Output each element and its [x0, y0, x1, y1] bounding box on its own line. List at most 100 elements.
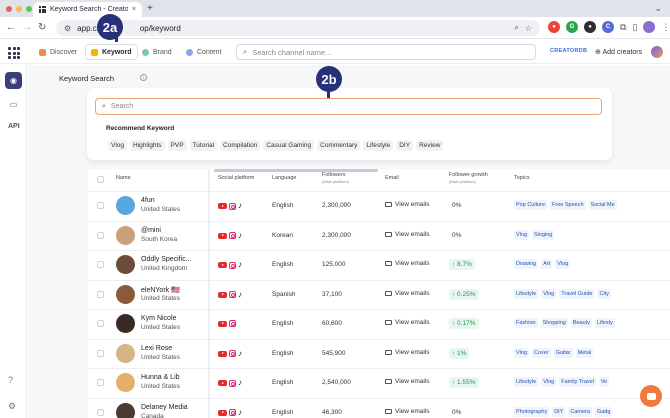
browser-menu-icon[interactable]: ⋮ — [661, 22, 670, 33]
topic-tag[interactable]: Vlog — [514, 347, 530, 358]
reload-icon[interactable]: ↻ — [38, 22, 46, 33]
row-checkbox[interactable] — [97, 261, 104, 268]
topic-tag[interactable]: Pop Culture — [514, 200, 548, 210]
topic-tag[interactable]: Beauty — [570, 318, 592, 328]
tiktok-icon[interactable]: ♪ — [238, 349, 242, 358]
maximize-window-button[interactable] — [26, 6, 32, 12]
chat-support-button[interactable] — [640, 385, 662, 407]
topic-tag[interactable]: Camera — [568, 406, 592, 417]
creator-name[interactable]: eleNYork 🇺🇸 — [141, 286, 180, 294]
tab-discover[interactable]: Discover — [34, 44, 82, 60]
topic-tag[interactable]: Gadg — [594, 406, 613, 417]
profile-avatar-icon[interactable] — [643, 21, 656, 33]
topic-tag[interactable]: Ve — [598, 377, 610, 387]
bookmark-star-icon[interactable]: ☆ — [525, 24, 532, 33]
topic-tag[interactable]: Vlog — [514, 229, 530, 240]
topic-tag[interactable]: Metal — [575, 347, 594, 358]
creator-avatar[interactable] — [116, 373, 135, 392]
instagram-icon[interactable] — [229, 409, 236, 416]
topic-tag[interactable]: Singing — [532, 229, 555, 240]
view-emails-button[interactable]: View emails — [385, 201, 430, 208]
creator-avatar[interactable] — [116, 255, 135, 274]
topic-tag[interactable]: Art — [541, 259, 553, 269]
topic-tag[interactable]: Lifestyle — [514, 288, 539, 299]
tab-brand[interactable]: Brand — [137, 44, 177, 60]
row-checkbox[interactable] — [97, 408, 104, 416]
instagram-icon[interactable] — [229, 320, 236, 327]
row-checkbox[interactable] — [97, 202, 104, 209]
topic-tag[interactable]: Cover — [532, 347, 551, 358]
tiktok-icon[interactable]: ♪ — [238, 202, 242, 210]
view-emails-button[interactable]: View emails — [385, 408, 430, 415]
instagram-icon[interactable] — [229, 379, 236, 387]
keyword-chip[interactable]: Casual Gaming — [263, 140, 315, 151]
help-icon[interactable]: ? — [8, 375, 13, 385]
view-emails-button[interactable]: View emails — [385, 290, 430, 297]
topic-tag[interactable]: Vlog — [555, 259, 571, 269]
creator-name[interactable]: 4fun — [141, 197, 155, 204]
extension-blue-icon[interactable]: C — [602, 21, 614, 33]
sidebar-item-folders[interactable]: ▭ — [5, 96, 22, 113]
topic-tag[interactable]: Shopping — [540, 318, 568, 328]
creator-name[interactable]: Hunna & Lib — [141, 374, 180, 381]
sidepanel-icon[interactable]: ▯ — [632, 22, 637, 33]
browser-tab[interactable]: Keyword Search - CreatorDB × — [33, 2, 142, 17]
keyword-search-input[interactable]: ⌕ Search — [95, 98, 602, 115]
creator-name[interactable]: Kym Nicole — [141, 315, 176, 322]
topic-tag[interactable]: Social Me — [588, 200, 617, 210]
creator-avatar[interactable] — [116, 225, 135, 245]
youtube-icon[interactable] — [218, 409, 227, 416]
creator-avatar[interactable] — [116, 402, 135, 418]
col-header-name[interactable]: Name — [116, 175, 131, 182]
view-emails-button[interactable]: View emails — [385, 378, 430, 385]
view-emails-button[interactable]: View emails — [385, 231, 430, 238]
topic-tag[interactable]: Fashion — [514, 318, 538, 328]
instagram-icon[interactable] — [229, 202, 236, 210]
row-checkbox[interactable] — [97, 320, 104, 327]
topic-tag[interactable]: City — [597, 288, 611, 299]
topic-tag[interactable]: Free Speech — [550, 200, 586, 210]
creator-avatar[interactable] — [116, 314, 135, 333]
site-settings-icon[interactable]: ⚙ — [64, 24, 71, 33]
extensions-puzzle-icon[interactable]: ⧉ — [620, 22, 626, 33]
creator-avatar[interactable] — [116, 196, 135, 215]
keyword-chip[interactable]: Vlog — [108, 140, 128, 151]
topic-tag[interactable]: Vlog — [541, 377, 557, 387]
url-field[interactable]: ⚙ app.cre op/keyword ⌕ ☆ — [56, 20, 540, 36]
instagram-icon[interactable] — [229, 261, 236, 269]
topic-tag[interactable]: Travel Guide — [559, 288, 595, 299]
col-header-growth[interactable]: Follower growth (Main platform) — [449, 172, 488, 184]
user-avatar[interactable] — [651, 46, 663, 58]
topic-tag[interactable]: Vlog — [541, 288, 557, 299]
settings-gear-icon[interactable]: ⚙ — [8, 401, 16, 412]
topic-tag[interactable]: Lifestyle — [514, 377, 539, 387]
extension-green-icon[interactable]: G — [566, 21, 578, 33]
tiktok-icon[interactable]: ♪ — [238, 290, 242, 299]
add-creators-button[interactable]: ⊕ Add creators — [595, 48, 642, 56]
youtube-icon[interactable] — [218, 262, 227, 268]
youtube-icon[interactable] — [218, 320, 227, 327]
keyword-chip[interactable]: Tutorial — [189, 140, 218, 151]
extension-dark-icon[interactable]: ● — [584, 21, 596, 33]
channel-search-input[interactable]: ⌕ Search channel name... — [236, 44, 536, 60]
tiktok-icon[interactable]: ♪ — [238, 261, 242, 269]
keyword-chip[interactable]: DIY — [396, 140, 414, 151]
topic-tag[interactable]: Guitar — [553, 347, 573, 358]
creator-name[interactable]: Oddly Specific... — [141, 256, 192, 263]
row-checkbox[interactable] — [97, 349, 104, 357]
extension-red-icon[interactable]: ● — [548, 21, 560, 33]
creator-name[interactable]: @mini — [141, 227, 161, 234]
topic-tag[interactable]: Drawing — [514, 259, 539, 269]
creator-avatar[interactable] — [116, 284, 135, 304]
tab-search-icon[interactable]: ⌄ — [654, 3, 662, 14]
tab-content[interactable]: Content — [181, 44, 227, 60]
info-icon[interactable]: i — [140, 74, 147, 81]
youtube-icon[interactable] — [218, 350, 227, 357]
row-checkbox[interactable] — [97, 290, 104, 298]
minimize-window-button[interactable] — [16, 6, 22, 12]
select-all-checkbox[interactable] — [97, 176, 104, 183]
youtube-icon[interactable] — [218, 291, 227, 298]
app-grid-logo-icon[interactable] — [8, 47, 20, 59]
close-window-button[interactable] — [6, 6, 12, 12]
tiktok-icon[interactable]: ♪ — [238, 231, 242, 240]
